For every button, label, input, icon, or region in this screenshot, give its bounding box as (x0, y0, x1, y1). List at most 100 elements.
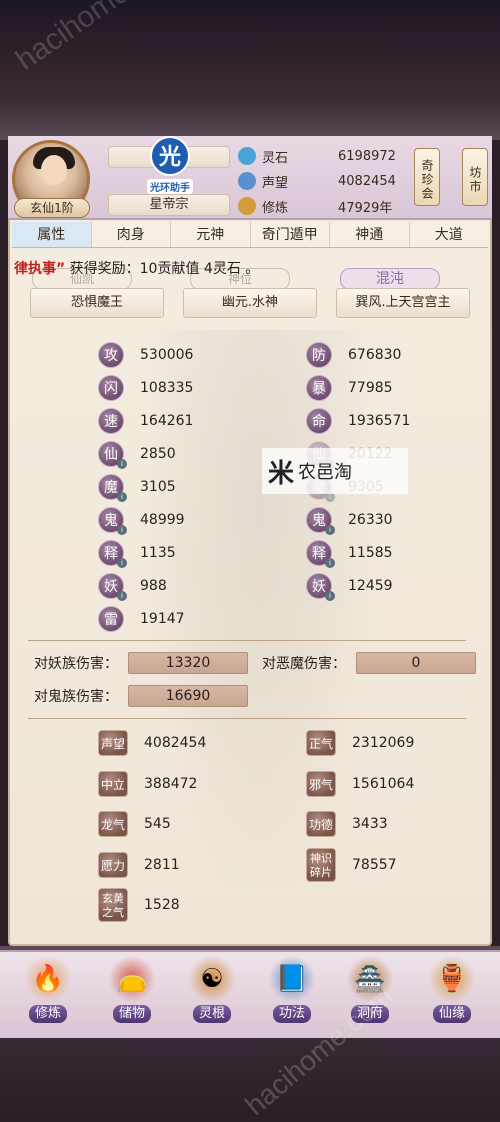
stat-value: 19147 (140, 611, 185, 627)
sect-name: 星帝宗 (108, 194, 230, 216)
title-box-2[interactable]: 幽元.水神 (183, 288, 317, 318)
tab-bar: 属性 肉身 元神 奇门遁甲 神通 大道 (12, 222, 488, 248)
reputation-value: 4082454 (144, 735, 207, 751)
stat-icon[interactable]: 释i (306, 540, 335, 568)
tab-dao[interactable]: 大道 (409, 222, 488, 247)
stat-icon-glyph: 鬼 (104, 513, 118, 529)
stats_left-stat-row: 速 164261 (98, 407, 193, 435)
stat-icon-glyph: 攻 (104, 348, 118, 364)
stats_left-stat-row: 魔 i 3105 (98, 473, 176, 502)
stats_right-stat-row: 释 i 11585 (306, 539, 393, 568)
reputation-icon: 玄黄之气 (98, 888, 128, 922)
tab-soul[interactable]: 元神 (171, 222, 251, 247)
marquee-text: 获得奖励：10贡献值 4灵石 。 (65, 261, 260, 277)
title-tag-3[interactable]: 混沌 (340, 268, 440, 290)
nav-label: 仙缘 (432, 1005, 471, 1023)
stat-icon[interactable]: 妖i (306, 573, 335, 601)
reputation-value: 3433 (352, 816, 388, 832)
info-icon[interactable]: i (117, 525, 127, 535)
tab-qimen[interactable]: 奇门遁甲 (250, 222, 330, 247)
tab-divine-arts[interactable]: 神通 (330, 222, 410, 247)
nav-item-0[interactable]: 🔥 修炼 (16, 956, 80, 1028)
stat-value: 12459 (348, 578, 393, 594)
stat-value: 1135 (140, 545, 176, 561)
nav-item-1[interactable]: 👝 储物 (100, 956, 164, 1028)
stat-icon-glyph: 鬼 (312, 513, 326, 529)
nong-watermark-text: 农邑淘 (298, 462, 353, 483)
reputation_right-row: 功德 3433 (306, 810, 388, 838)
nong-watermark: 米 农邑淘 (262, 448, 408, 494)
stat-icon-glyph: 释 (312, 546, 326, 562)
tab-body[interactable]: 肉身 (91, 222, 171, 247)
cultivate-icon: 🔥 (25, 956, 71, 1002)
nav-label: 功法 (272, 1005, 311, 1023)
stats_right-stat-row: 防 676830 (306, 341, 401, 369)
nav-item-5[interactable]: 🏺 仙缘 (420, 956, 484, 1028)
stats_right-stat-row: 妖 i 12459 (306, 572, 393, 601)
stat-value: 3105 (140, 479, 176, 495)
reputation-value: 2811 (144, 856, 180, 873)
stat-icon: 攻 (98, 342, 124, 368)
stat-value: 77985 (348, 380, 393, 396)
reputation_right-row: 正气 2312069 (306, 729, 414, 757)
reputation_right-row: 邪气 1561064 (306, 770, 414, 798)
damage-yao-label: 对妖族伤害： (34, 656, 118, 672)
stat-value: 48999 (140, 512, 185, 528)
stat-icon-glyph: 雷 (104, 612, 118, 628)
divider-top (28, 640, 466, 641)
stat-icon-glyph: 防 (312, 348, 326, 364)
stat-icon-glyph: 仙 (104, 447, 118, 463)
reputation-icon (238, 172, 256, 190)
nav-item-2[interactable]: ☯ 灵根 (180, 956, 244, 1028)
info-icon[interactable]: i (325, 558, 335, 568)
storage-bag-icon: 👝 (109, 956, 155, 1002)
nav-label: 储物 (112, 1005, 151, 1023)
fate-gourd-icon: 🏺 (429, 956, 475, 1002)
title-box-1[interactable]: 恐惧魔王 (30, 288, 164, 318)
stats_left-stat-row: 仙 i 2850 (98, 440, 176, 469)
reputation-value: 388472 (144, 775, 198, 792)
spirit-stone-icon (238, 147, 256, 165)
stat-value: 26330 (348, 512, 393, 528)
stat-value: 1936571 (348, 413, 411, 429)
avatar-face (41, 155, 67, 185)
stat-icon[interactable]: 鬼i (306, 507, 335, 535)
stat-icon-glyph: 命 (312, 414, 326, 430)
info-icon[interactable]: i (117, 459, 127, 469)
reputation-icon: 邪气 (306, 770, 336, 797)
rank-badge: 玄仙1阶 (14, 198, 90, 218)
stat-icon[interactable]: 释i (98, 540, 127, 568)
stats_right-stat-row: 命 1936571 (306, 407, 410, 435)
info-icon[interactable]: i (325, 591, 335, 601)
stat-icon[interactable]: 鬼i (98, 507, 127, 535)
reputation-icon: 声望 (98, 730, 128, 756)
stat-icon-glyph: 速 (104, 414, 118, 430)
info-icon[interactable]: i (117, 492, 127, 502)
marquee-highlight: 律执事” (14, 261, 66, 277)
reputation_left-row: 玄黄之气 1528 (98, 888, 180, 922)
tab-attributes[interactable]: 属性 (12, 222, 92, 247)
reward-marquee: 律执事” 获得奖励：10贡献值 4灵石 。 (14, 258, 259, 278)
reputation-value: 1528 (144, 897, 180, 913)
info-icon[interactable]: i (117, 558, 127, 568)
title-box-3[interactable]: 巽风.上天宫宫主 (336, 288, 470, 318)
stat-icon: 暴 (306, 375, 332, 401)
stat-icon-glyph: 妖 (104, 579, 118, 595)
stat-icon[interactable]: 妖i (98, 573, 127, 601)
info-icon[interactable]: i (117, 591, 127, 601)
stats_left-stat-row: 雷 19147 (98, 605, 185, 633)
damage-ghost-value: 16690 (128, 685, 248, 707)
reputation-value: 78557 (352, 856, 397, 873)
stat-icon[interactable]: 魔i (98, 474, 127, 502)
info-icon[interactable]: i (325, 525, 335, 535)
stat-icon[interactable]: 仙i (98, 441, 127, 469)
logo-icon: 光 (150, 136, 190, 176)
damage-ghost-label: 对鬼族伤害： (34, 689, 118, 705)
nav-item-3[interactable]: 📘 功法 (260, 956, 324, 1028)
treasure-auction-button[interactable]: 奇珍会 (414, 148, 440, 206)
stat-icon-glyph: 妖 (312, 579, 326, 595)
resource-cultivation: 修炼 47929年 (238, 195, 408, 217)
reputation-icon: 神识碎片 (306, 847, 336, 882)
market-button[interactable]: 坊市 (462, 148, 488, 206)
resource-reputation: 声望 4082454 (238, 170, 408, 192)
